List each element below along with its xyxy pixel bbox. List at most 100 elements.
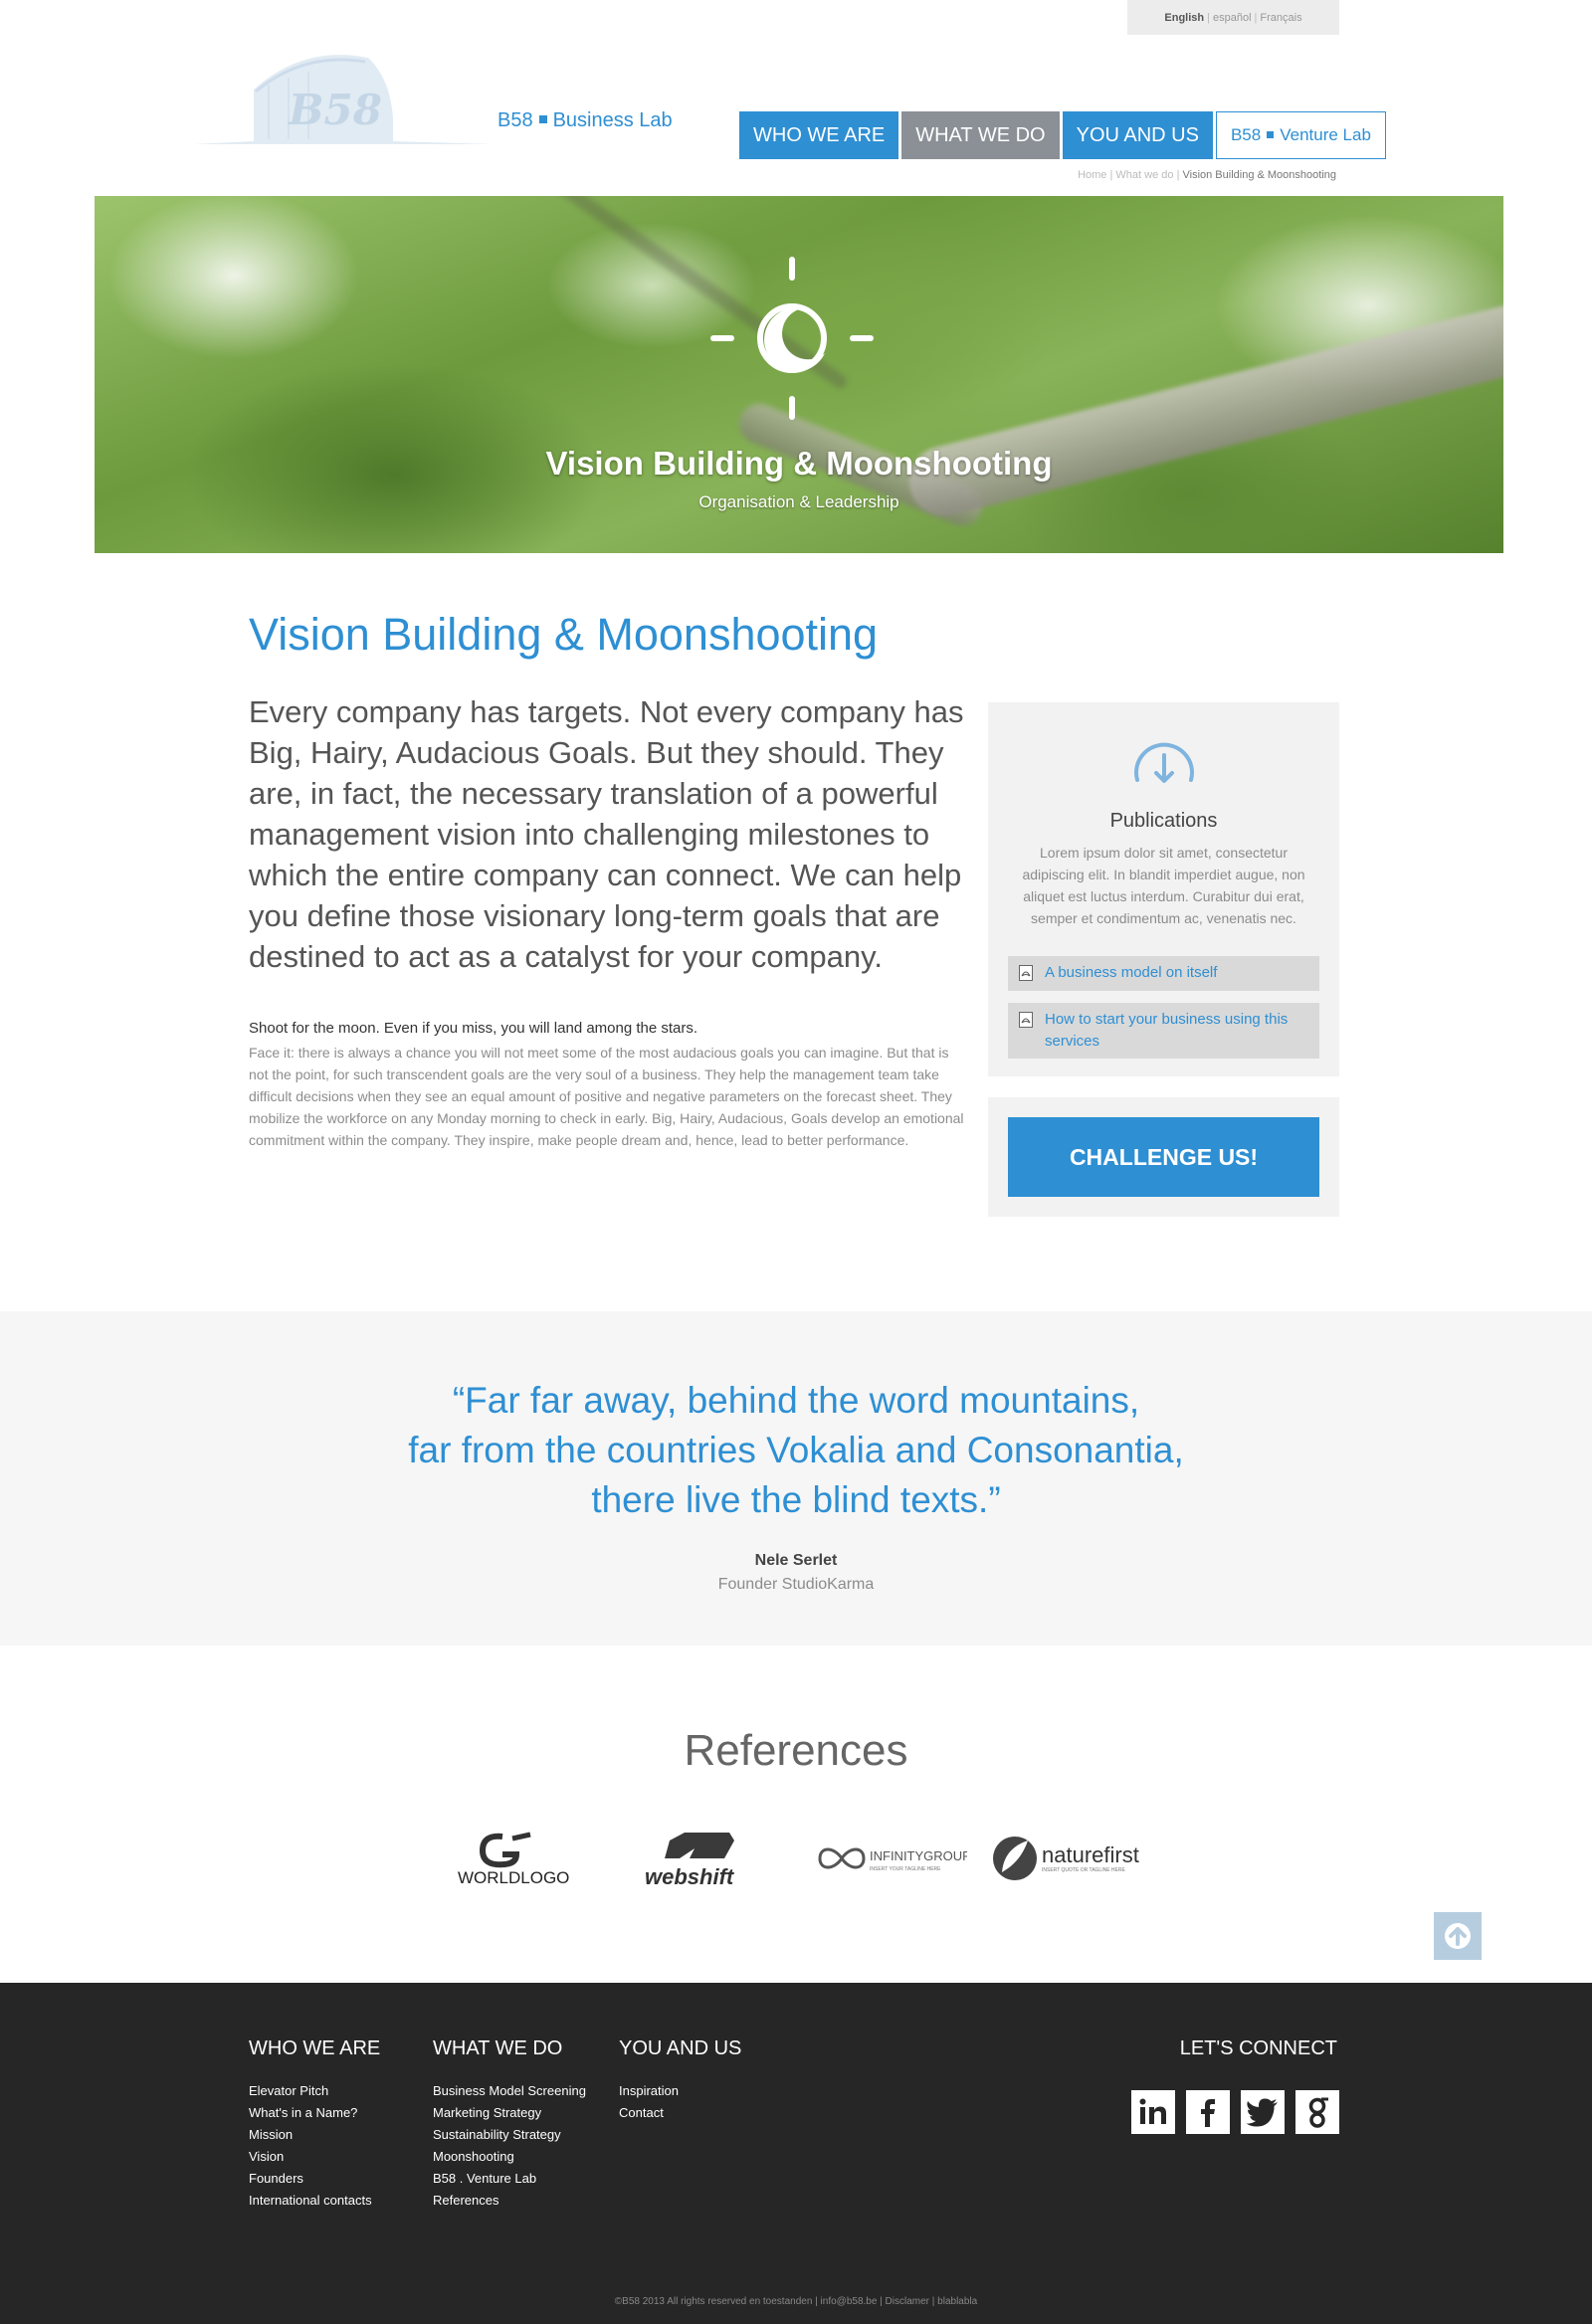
footer-links: Elevator Pitch What's in a Name? Mission… xyxy=(249,2080,380,2212)
language-bar: English | español | Français xyxy=(1127,0,1339,35)
body-paragraph: Face it: there is always a chance you wi… xyxy=(249,1045,964,1148)
footer-heading: WHAT WE DO xyxy=(433,2037,563,2059)
arrow-up-circle-icon xyxy=(1445,1923,1471,1949)
lang-francais[interactable]: Français xyxy=(1260,12,1301,24)
testimonial-role: Founder StudioKarma xyxy=(717,1576,875,1593)
section-quote-heading: Shoot for the moon. Even if you miss, yo… xyxy=(249,1020,698,1037)
footer-link[interactable]: Business Model Screening xyxy=(433,2080,586,2102)
publication-link[interactable]: How to start your business using this se… xyxy=(1008,1003,1319,1059)
footer-link[interactable]: Marketing Strategy xyxy=(433,2102,586,2124)
twitter-button[interactable] xyxy=(1241,2090,1285,2134)
moon-sun-icon xyxy=(710,257,874,420)
worldlogo-reference-logo[interactable]: WORLDLOGO xyxy=(453,1829,582,1888)
copyright: ©B58 2013 All rights reserved en toestan… xyxy=(614,2296,978,2307)
naturefirst-tagline: INSERT QUOTE OR TAGLINE HERE xyxy=(1042,1867,1125,1873)
infinitygroup-text: INFINITYGROUP xyxy=(870,1848,967,1863)
publication-link[interactable]: A business model on itself xyxy=(1008,956,1319,991)
testimonial-author: Nele Serlet xyxy=(754,1552,838,1569)
logo-text: B58 Business Lab xyxy=(498,109,673,132)
hero-title: Vision Building & Moonshooting xyxy=(545,445,1053,482)
breadcrumb-current: Vision Building & Moonshooting xyxy=(1182,169,1336,181)
footer-heading: YOU AND US xyxy=(619,2037,742,2059)
footer-links: Business Model Screening Marketing Strat… xyxy=(433,2080,586,2212)
infinitygroup-reference-logo[interactable]: INFINITYGROUP INSERT YOUR TAGLINE HERE xyxy=(808,1829,967,1888)
nav-you-and-us[interactable]: YOU AND US xyxy=(1062,111,1213,159)
publications-title: Publications xyxy=(1109,810,1218,832)
breadcrumb-separator: | xyxy=(1176,169,1180,181)
breadcrumb-what-we-do[interactable]: What we do xyxy=(1115,169,1173,181)
venture-name: B58 xyxy=(1230,125,1262,144)
worldlogo-text: WORLDLOGO xyxy=(458,1868,569,1887)
logo[interactable]: B58 B58 Business Lab xyxy=(194,50,673,149)
hero-subtitle: Organisation & Leadership xyxy=(698,492,899,511)
download-icon xyxy=(1134,742,1194,783)
footer-link[interactable]: International contacts xyxy=(249,2190,380,2212)
logo-name: B58 xyxy=(498,109,533,131)
infinitygroup-tagline: INSERT YOUR TAGLINE HERE xyxy=(870,1866,941,1872)
breadcrumb-separator: | xyxy=(1109,169,1113,181)
facebook-button[interactable] xyxy=(1186,2090,1230,2134)
cta-box: CHALLENGE US! xyxy=(988,1097,1339,1217)
testimonial-section: “Far far away, behind the word mountains… xyxy=(0,1311,1592,1646)
challenge-us-button[interactable]: CHALLENGE US! xyxy=(1008,1117,1319,1197)
google-icon xyxy=(1308,2097,1328,2128)
main-nav: WHO WE ARE WHAT WE DO YOU AND US B58 Vent… xyxy=(739,111,1386,159)
footer-link[interactable]: Vision xyxy=(249,2146,380,2168)
footer-heading: WHO WE ARE xyxy=(249,2037,381,2059)
hero-trunk xyxy=(901,287,1503,523)
footer-link[interactable]: References xyxy=(433,2190,586,2212)
footer-link[interactable]: Elevator Pitch xyxy=(249,2080,380,2102)
publication-link-label: A business model on itself xyxy=(1045,964,1218,981)
facebook-icon xyxy=(1201,2099,1215,2127)
lang-espanol[interactable]: español xyxy=(1213,12,1252,24)
hero-banner: Vision Building & Moonshooting Organisat… xyxy=(95,196,1503,553)
footer-link[interactable]: Sustainability Strategy xyxy=(433,2124,586,2146)
webshift-reference-logo[interactable]: webshift xyxy=(640,1829,769,1888)
lang-separator: | xyxy=(1207,11,1210,24)
testimonial-line: there live the blind texts.” xyxy=(591,1479,1001,1520)
testimonial-quote: “Far far away, behind the word mountains… xyxy=(0,1376,1592,1525)
publications-box: Publications Lorem ipsum dolor sit amet,… xyxy=(988,702,1339,1076)
publication-link-label: How to start your business using this se… xyxy=(1045,1011,1289,1050)
nav-what-we-do[interactable]: WHAT WE DO xyxy=(901,111,1060,159)
page-title: Vision Building & Moonshooting xyxy=(249,609,879,660)
footer: WHO WE ARE Elevator Pitch What's in a Na… xyxy=(0,1983,1592,2324)
twitter-icon xyxy=(1246,2098,1278,2127)
testimonial-line: “Far far away, behind the word mountains… xyxy=(452,1380,1140,1421)
nav-who-we-are[interactable]: WHO WE ARE xyxy=(739,111,899,159)
footer-link[interactable]: What's in a Name? xyxy=(249,2102,380,2124)
lang-english[interactable]: English xyxy=(1164,12,1204,24)
footer-link[interactable]: Mission xyxy=(249,2124,380,2146)
footer-link[interactable]: Moonshooting xyxy=(433,2146,586,2168)
footer-column-you-and-us: YOU AND US Inspiration Contact xyxy=(619,2037,741,2124)
page: English | español | Français B58 B58 Busi… xyxy=(0,0,1592,2324)
logo-subtitle: Business Lab xyxy=(552,109,673,131)
venture-subtitle: Venture Lab xyxy=(1280,125,1371,144)
google-button[interactable] xyxy=(1295,2090,1339,2134)
venture-square xyxy=(1267,131,1275,138)
footer-column-who-we-are: WHO WE ARE Elevator Pitch What's in a Na… xyxy=(249,2037,380,2212)
footer-link[interactable]: Contact xyxy=(619,2102,741,2124)
breadcrumb-home[interactable]: Home xyxy=(1078,169,1106,181)
footer-column-what-we-do: WHAT WE DO Business Model Screening Mark… xyxy=(433,2037,586,2212)
publications-text: Lorem ipsum dolor sit amet, consectetur … xyxy=(1022,845,1305,926)
references-title: References xyxy=(684,1726,908,1775)
footer-link[interactable]: Founders xyxy=(249,2168,380,2190)
footer-link[interactable]: Inspiration xyxy=(619,2080,741,2102)
nav-venture-lab[interactable]: B58 Venture Lab xyxy=(1215,111,1386,159)
footer-link[interactable]: B58 . Venture Lab xyxy=(433,2168,586,2190)
logo-mark-text: B58 xyxy=(288,86,382,134)
naturefirst-text: naturefirst xyxy=(1042,1842,1139,1867)
linkedin-button[interactable] xyxy=(1131,2090,1175,2134)
footer-links: Inspiration Contact xyxy=(619,2080,741,2124)
testimonial-line: far from the countries Vokalia and Conso… xyxy=(408,1430,1184,1470)
pdf-file-icon xyxy=(1019,965,1033,981)
back-to-top-button[interactable] xyxy=(1434,1912,1482,1960)
lang-separator: | xyxy=(1254,11,1258,24)
breadcrumb: Home | What we do | Vision Building & Mo… xyxy=(1078,169,1336,181)
linkedin-icon xyxy=(1139,2098,1166,2124)
naturefirst-reference-logo[interactable]: naturefirst INSERT QUOTE OR TAGLINE HERE xyxy=(990,1829,1149,1888)
pdf-file-icon xyxy=(1019,1012,1033,1028)
barn-logo-icon: B58 xyxy=(194,55,493,144)
webshift-text: webshift xyxy=(645,1864,735,1888)
